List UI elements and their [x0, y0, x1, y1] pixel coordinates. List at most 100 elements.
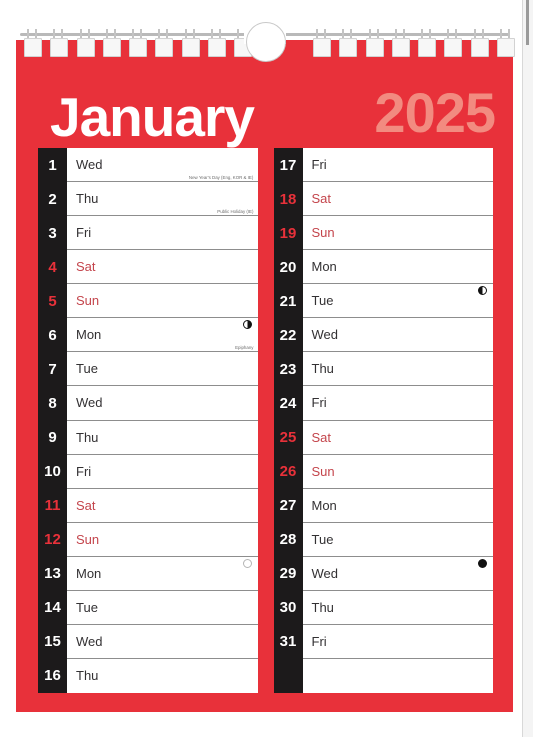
weekday-label: Sat [311, 191, 332, 207]
date-entry-area[interactable]: Mon [302, 488, 493, 523]
date-row[interactable]: 14 Tue [38, 590, 258, 625]
weekday-label: Wed [76, 395, 103, 411]
weekday-label: Sun [76, 531, 100, 547]
date-entry-area[interactable]: Mon [302, 250, 493, 285]
date-entry-area[interactable]: Sat [302, 182, 493, 217]
date-row[interactable]: 28 Tue [273, 522, 493, 557]
weekday-label: Wed [76, 157, 103, 173]
weekday-label: Wed [311, 565, 339, 581]
date-row[interactable]: 12 Sun [38, 522, 258, 557]
page-right-edge-marker [526, 0, 529, 45]
weekday-label: Wed [311, 327, 339, 343]
date-row[interactable]: 20 Mon [273, 250, 493, 285]
date-entry-area[interactable]: Thu [67, 420, 258, 455]
weekday-label: Fri [311, 395, 327, 411]
date-row[interactable]: 31 Fri [273, 624, 493, 659]
weekday-label: Fri [311, 157, 327, 173]
date-entry-area[interactable]: Thu Public Holiday (IE) [67, 182, 258, 217]
date-entry-area[interactable]: Sat [67, 488, 258, 523]
date-entry-area[interactable]: Fri [67, 454, 258, 489]
date-entry-area[interactable]: Wed New Year's Day (Eng, KOR & IE) [67, 148, 258, 183]
weekday-label: Thu [76, 668, 99, 684]
date-row[interactable]: 30 Thu [273, 590, 493, 625]
day-columns: 1 Wed New Year's Day (Eng, KOR & IE) 2 Thu Pu… [38, 148, 493, 693]
date-number-15: 15 [38, 624, 67, 659]
date-row[interactable]: 3 Fri [38, 216, 258, 251]
date-row[interactable]: 26 Sun [273, 454, 493, 489]
date-number-13: 13 [38, 556, 67, 591]
date-entry-area[interactable]: Thu [302, 352, 493, 387]
date-number-23: 23 [273, 352, 303, 387]
date-entry-area[interactable]: Wed [302, 556, 493, 591]
date-row[interactable]: 18 Sat [273, 182, 493, 217]
date-entry-area[interactable]: Sat [302, 420, 493, 455]
weekday-label: Thu [76, 429, 99, 445]
date-row[interactable] [273, 658, 493, 693]
date-number-29: 29 [273, 556, 303, 591]
date-number-12: 12 [38, 522, 67, 557]
date-row[interactable]: 2 Thu Public Holiday (IE) [38, 182, 258, 217]
date-entry-area[interactable]: Fri [302, 386, 493, 421]
weekday-label: Sun [311, 225, 335, 241]
date-row[interactable]: 24 Fri [273, 386, 493, 421]
weekday-label: Thu [311, 599, 334, 615]
holiday-note: Epiphany [235, 345, 254, 351]
date-row[interactable]: 1 Wed New Year's Day (Eng, KOR & IE) [38, 148, 258, 183]
weekday-label: Sat [76, 259, 96, 275]
date-row[interactable]: 11 Sat [38, 488, 258, 523]
date-number-19: 19 [273, 216, 303, 251]
date-entry-area[interactable]: Tue [67, 352, 258, 387]
month-title: January [50, 86, 255, 148]
date-entry-area[interactable]: Tue [302, 522, 493, 557]
date-row[interactable]: 10 Fri [38, 454, 258, 489]
date-number-8: 8 [38, 386, 67, 421]
date-row[interactable]: 5 Sun [38, 284, 258, 319]
date-entry-area[interactable]: Tue [302, 284, 493, 319]
date-row[interactable]: 27 Mon [273, 488, 493, 523]
date-entry-area[interactable]: Fri [302, 624, 493, 659]
date-row[interactable]: 6 Mon Epiphany [38, 318, 258, 353]
weekday-label: Thu [76, 191, 99, 207]
date-entry-area[interactable]: Mon [67, 556, 258, 591]
weekday-label: Mon [311, 497, 337, 513]
date-entry-area[interactable]: Sun [67, 522, 258, 557]
date-number-27: 27 [273, 488, 303, 523]
date-row[interactable]: 17 Fri [273, 148, 493, 183]
date-number-5: 5 [38, 284, 67, 319]
date-row[interactable]: 9 Thu [38, 420, 258, 455]
date-row[interactable]: 25 Sat [273, 420, 493, 455]
date-entry-area[interactable]: Thu [67, 658, 258, 693]
date-entry-area[interactable]: Tue [67, 590, 258, 625]
date-entry-area[interactable]: Sun [302, 454, 493, 489]
date-row[interactable]: 16 Thu [38, 658, 258, 693]
date-entry-area[interactable]: Sun [67, 284, 258, 319]
date-entry-area[interactable]: Wed [67, 386, 258, 421]
date-row[interactable]: 23 Thu [273, 352, 493, 387]
date-entry-area[interactable]: Thu [302, 590, 493, 625]
date-number-31: 31 [273, 624, 303, 659]
date-number-22: 22 [273, 318, 303, 353]
date-entry-area[interactable]: Mon Epiphany [67, 318, 258, 353]
date-row[interactable]: 29 Wed [273, 556, 493, 591]
date-row[interactable]: 22 Wed [273, 318, 493, 353]
date-entry-area[interactable]: Wed [67, 624, 258, 659]
date-number-24: 24 [273, 386, 303, 421]
date-entry-area[interactable]: Wed [302, 318, 493, 353]
date-row[interactable]: 8 Wed [38, 386, 258, 421]
date-row[interactable]: 19 Sun [273, 216, 493, 251]
date-entry-area[interactable]: Sun [302, 216, 493, 251]
date-entry-area[interactable]: Sat [67, 250, 258, 285]
date-number-1: 1 [38, 148, 67, 183]
date-entry-area[interactable] [302, 658, 493, 693]
date-row[interactable]: 4 Sat [38, 250, 258, 285]
date-row[interactable]: 13 Mon [38, 556, 258, 591]
date-entry-area[interactable]: Fri [302, 148, 493, 183]
calendar-page: January 2025 1 Wed New Year's Day (Eng, KO… [0, 0, 533, 737]
date-row[interactable]: 15 Wed [38, 624, 258, 659]
weekday-label: Fri [76, 225, 92, 241]
date-number-28: 28 [273, 522, 303, 557]
date-row[interactable]: 21 Tue [273, 284, 493, 319]
date-number-10: 10 [38, 454, 67, 489]
date-entry-area[interactable]: Fri [67, 216, 258, 251]
date-row[interactable]: 7 Tue [38, 352, 258, 387]
